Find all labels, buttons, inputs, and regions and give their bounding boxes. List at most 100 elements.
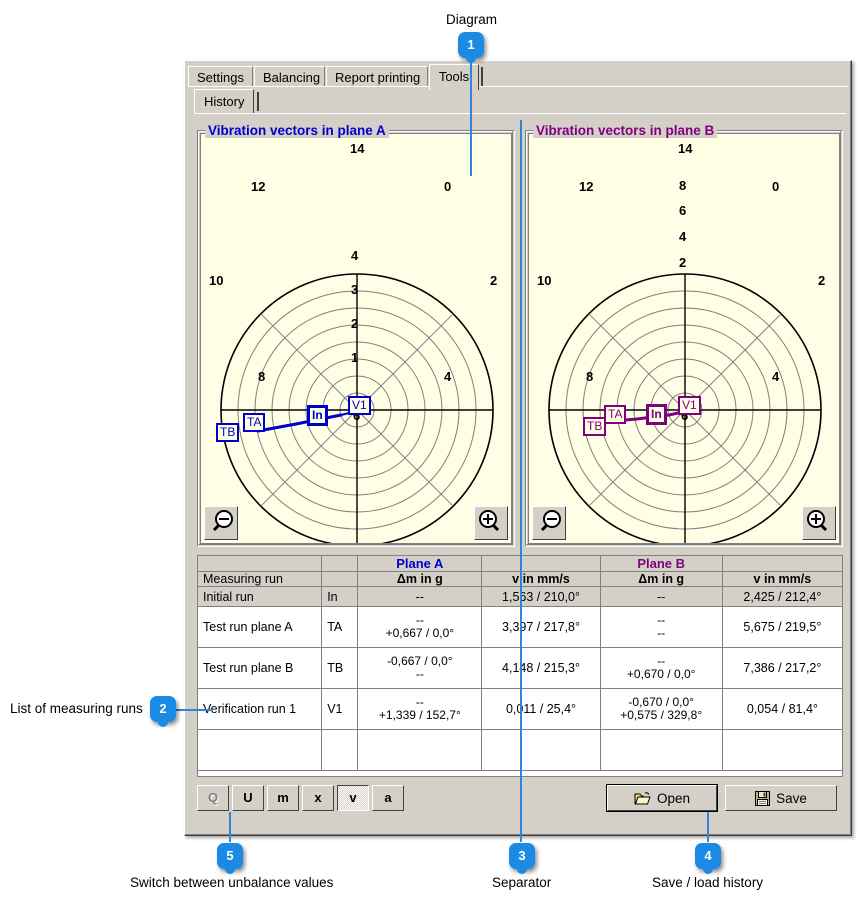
callout-badge-3[interactable]: 3 — [509, 843, 535, 869]
cell-a-dm: -- +0,667 / 0,0° — [358, 607, 482, 648]
cell-b-dm: -- +0,670 / 0,0° — [600, 648, 722, 689]
cell-run-name: Test run plane A — [198, 607, 322, 648]
unit-button-u[interactable]: U — [232, 785, 264, 811]
cell-b-dm: -- -- — [600, 607, 722, 648]
unit-button-v[interactable]: v — [337, 785, 369, 811]
callout-badge-4[interactable]: 4 — [695, 843, 721, 869]
vector-marker-tb-plane-b[interactable]: TB — [583, 417, 606, 436]
angle-tick-0: 0 — [444, 179, 451, 194]
tab-history-label: History — [204, 94, 244, 109]
angle-tick-14: 14 — [678, 141, 692, 156]
annotation-label-list-of-measuring-runs: List of measuring runs — [10, 701, 143, 716]
tab-history[interactable]: History — [194, 89, 254, 114]
unit-button-m[interactable]: m — [267, 785, 299, 811]
zoom-in-button-plane-b[interactable] — [802, 506, 836, 540]
radial-tick-4: 4 — [351, 248, 358, 263]
unit-button-q[interactable]: Q — [197, 785, 229, 811]
cell-a-dm-line2: -- — [363, 668, 476, 681]
callout-badge-1[interactable]: 1 — [458, 32, 484, 58]
vector-marker-ta-plane-b[interactable]: TA — [604, 405, 626, 424]
col-header-a-v[interactable]: v in mm/s — [482, 572, 600, 587]
cell-b-dm-line2: +0,575 / 329,8° — [606, 709, 717, 722]
cell-a-dm-line2: +1,339 / 152,7° — [363, 709, 476, 722]
col-header-code[interactable] — [322, 572, 358, 587]
cell-run-code: V1 — [322, 689, 358, 730]
cell-empty-3 — [358, 730, 482, 771]
angle-tick-4: 4 — [772, 369, 779, 384]
unit-button-a[interactable]: a — [372, 785, 404, 811]
angle-tick-12: 12 — [579, 179, 593, 194]
col-header-b-v[interactable]: v in mm/s — [722, 572, 842, 587]
polar-canvas-plane-a[interactable]: 14 0 2 4 6 8 10 12 4 3 2 1 TB TA In V1 — [200, 133, 512, 544]
col-header-measuring-run[interactable]: Measuring run — [198, 572, 322, 587]
callout-badge-2[interactable]: 2 — [150, 696, 176, 722]
tab-settings-label: Settings — [197, 70, 244, 85]
angle-tick-10: 10 — [209, 273, 223, 288]
group-header-spacer-4 — [722, 556, 842, 572]
sub-tab-page-top — [194, 113, 846, 116]
cell-a-v: 0,011 / 25,4° — [482, 689, 600, 730]
cell-b-dm-line2: +0,670 / 0,0° — [606, 668, 717, 681]
angle-tick-12: 12 — [251, 179, 265, 194]
angle-tick-8: 8 — [258, 369, 265, 384]
group-vibration-vectors-plane-a: Vibration vectors in plane A — [197, 123, 515, 547]
group-title-plane-a: Vibration vectors in plane A — [205, 123, 389, 138]
cell-a-dm-line2: +0,667 / 0,0° — [363, 627, 476, 640]
col-header-a-dm[interactable]: Δm in g — [358, 572, 482, 587]
cell-b-dm-line2: -- — [606, 627, 717, 640]
save-button-label: Save — [776, 791, 807, 806]
polar-canvas-plane-b[interactable]: 14 0 2 4 6 8 10 12 8 6 4 2 TB TA In V1 — [528, 133, 840, 544]
group-header-plane-a: Plane A — [358, 556, 482, 572]
cell-run-name: Initial run — [198, 587, 322, 607]
zoom-in-button-plane-a[interactable] — [474, 506, 508, 540]
vector-marker-ta-plane-a[interactable]: TA — [243, 413, 265, 432]
radial-tick-2: 2 — [351, 316, 358, 331]
open-button[interactable]: Open — [607, 785, 717, 811]
radial-tick-8: 8 — [679, 178, 686, 193]
group-header-spacer-3 — [482, 556, 600, 572]
vector-marker-tb-plane-a[interactable]: TB — [216, 423, 239, 442]
cell-a-dm: -- — [358, 587, 482, 607]
cell-b-dm: -- — [600, 587, 722, 607]
radial-tick-1: 1 — [351, 350, 358, 365]
magnifier-minus-icon — [205, 507, 237, 539]
save-button[interactable]: Save — [725, 785, 837, 811]
angle-tick-0: 0 — [772, 179, 779, 194]
group-header-plane-a-label: Plane A — [396, 556, 443, 571]
radial-tick-4: 4 — [679, 229, 686, 244]
radial-tick-3: 3 — [351, 282, 358, 297]
angle-tick-2: 2 — [818, 273, 825, 288]
vector-marker-v1-plane-a[interactable]: V1 — [348, 396, 371, 415]
annotation-label-switch-unbalance-values: Switch between unbalance values — [130, 875, 333, 890]
cell-a-v: 1,563 / 210,0° — [482, 587, 600, 607]
cell-run-code: TB — [322, 648, 358, 689]
vector-marker-in-plane-b[interactable]: In — [646, 404, 667, 425]
cell-a-v: 3,397 / 217,8° — [482, 607, 600, 648]
tab-report-printing-label: Report printing — [335, 70, 420, 85]
unit-button-x[interactable]: x — [302, 785, 334, 811]
angle-tick-4: 4 — [444, 369, 451, 384]
cell-empty-5 — [600, 730, 722, 771]
cell-b-v: 0,054 / 81,4° — [722, 689, 842, 730]
cell-b-v: 5,675 / 219,5° — [722, 607, 842, 648]
group-title-plane-b: Vibration vectors in plane B — [533, 123, 717, 138]
zoom-out-button-plane-b[interactable] — [532, 506, 566, 540]
annotation-label-save-load-history: Save / load history — [652, 875, 763, 890]
annotation-label-diagram: Diagram — [446, 12, 497, 27]
leader-line-4 — [707, 812, 709, 842]
group-vibration-vectors-plane-b: Vibration vectors in plane B — [525, 123, 843, 547]
radial-tick-2: 2 — [679, 255, 686, 270]
cell-empty-1 — [198, 730, 322, 771]
cell-empty-6 — [722, 730, 842, 771]
callout-badge-5[interactable]: 5 — [217, 843, 243, 869]
angle-tick-8: 8 — [586, 369, 593, 384]
zoom-out-button-plane-a[interactable] — [204, 506, 238, 540]
polar-chart-plane-a — [201, 134, 512, 544]
angle-tick-2: 2 — [490, 273, 497, 288]
application-window: Settings Balancing Report printing Tools… — [184, 60, 852, 836]
open-button-label: Open — [657, 791, 690, 806]
vector-marker-v1-plane-b[interactable]: V1 — [678, 396, 701, 415]
vector-marker-in-plane-a[interactable]: In — [307, 405, 328, 426]
cell-a-v: 4,148 / 215,3° — [482, 648, 600, 689]
col-header-b-dm[interactable]: Δm in g — [600, 572, 722, 587]
